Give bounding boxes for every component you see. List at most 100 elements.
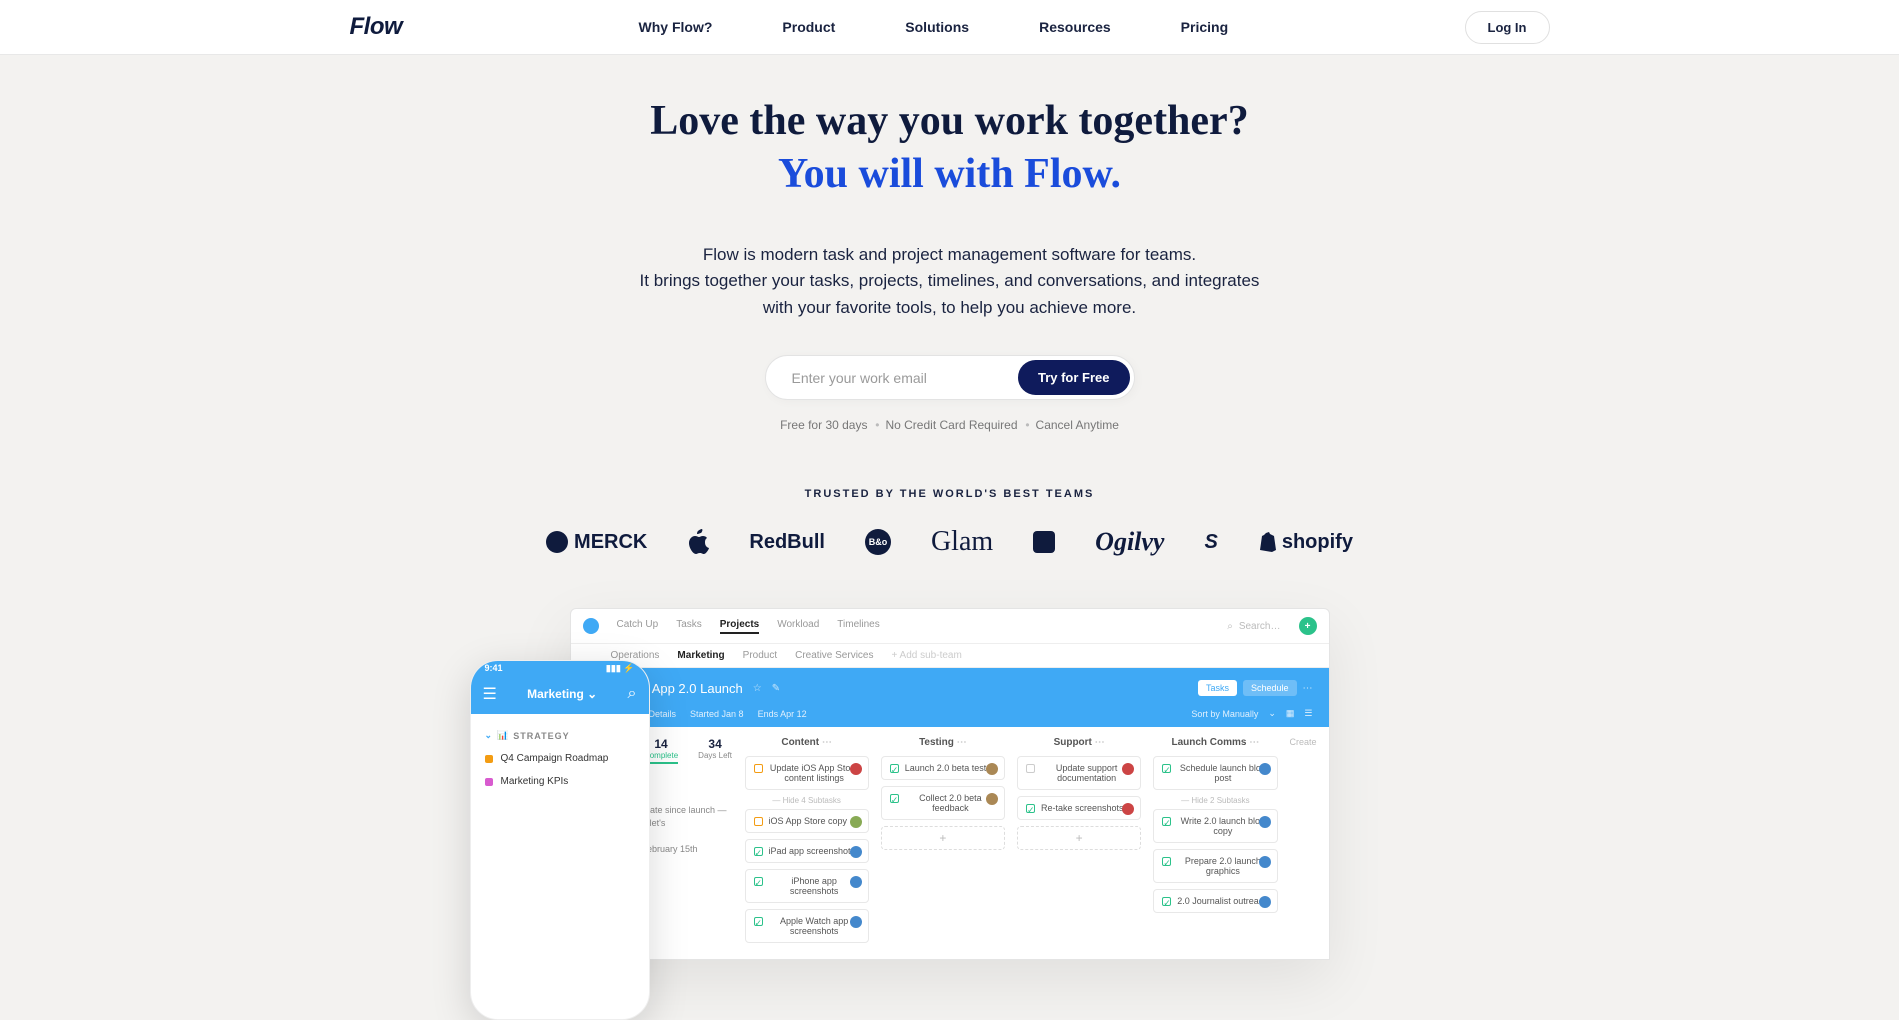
logo[interactable]: Flow	[350, 13, 403, 41]
brand-shopify: shopify	[1258, 531, 1353, 554]
chevron-down-icon: ⌄	[587, 687, 597, 701]
hero-desc-1: Flow is modern task and project manageme…	[640, 242, 1260, 268]
star-icon: ☆	[753, 683, 762, 694]
app-search: ⌕ Search…	[1227, 621, 1280, 632]
phone-title: Marketing	[527, 687, 584, 701]
nav-solutions[interactable]: Solutions	[905, 19, 969, 35]
project-meta: ‹ Hide Details Started Jan 8 Ends Apr 12…	[571, 708, 1329, 727]
search-placeholder: Search…	[1239, 621, 1281, 632]
try-free-button[interactable]: Try for Free	[1018, 360, 1130, 395]
view-schedule: Schedule	[1243, 680, 1297, 696]
phone-section: ⌄ 📊 STRATEGY	[485, 730, 635, 741]
brand-logos: MERCK RedBull B&o Glam Ogilvy S shopify	[20, 526, 1879, 558]
email-input[interactable]	[792, 370, 1018, 386]
task-card: ✓Re-take screenshots	[1017, 796, 1141, 820]
column-launch: Launch Comms ⋯ ✓Schedule launch blog pos…	[1153, 737, 1277, 919]
app-subtabs: Operations Marketing Product Creative Se…	[571, 644, 1329, 668]
column-testing: Testing ⋯ ✓Launch 2.0 beta test ✓Collect…	[881, 737, 1005, 850]
app-logo-icon	[583, 618, 599, 634]
phone-item: Q4 Campaign Roadmap	[485, 747, 635, 770]
hero-description: Flow is modern task and project manageme…	[640, 242, 1260, 321]
brand-subway: S	[1204, 531, 1217, 554]
tab-projects: Projects	[720, 619, 759, 634]
subtab-marketing: Marketing	[677, 650, 724, 661]
nav-pricing[interactable]: Pricing	[1181, 19, 1228, 35]
task-card: ✓Collect 2.0 beta feedback	[881, 786, 1005, 820]
task-card: Update iOS App Store content listings	[745, 756, 869, 790]
tab-timelines: Timelines	[837, 619, 879, 634]
project-banner: ← Mobile App 2.0 Launch ☆ ✎ Tasks Schedu…	[571, 668, 1329, 708]
task-card: Update support documentation	[1017, 756, 1141, 790]
task-card: ✓Prepare 2.0 launch graphics	[1153, 849, 1277, 883]
col-title-content: Content ⋯	[745, 737, 869, 748]
sort-label: Sort by Manually	[1191, 709, 1258, 719]
add-card: +	[1017, 826, 1141, 850]
create-column: Create	[1290, 737, 1317, 747]
trusted-section: TRUSTED BY THE WORLD'S BEST TEAMS MERCK …	[20, 488, 1879, 558]
nav-product[interactable]: Product	[782, 19, 835, 35]
app-screenshot: Catch Up Tasks Projects Workload Timelin…	[570, 608, 1330, 960]
view-list-icon: ☰	[1304, 708, 1312, 719]
task-card: ✓iPad app screenshots	[745, 839, 869, 863]
sub-free-30: Free for 30 days	[780, 418, 867, 432]
phone-time: 9:41	[485, 663, 503, 674]
phone-body: ⌄ 📊 STRATEGY Q4 Campaign Roadmap Marketi…	[471, 714, 649, 803]
trusted-title: TRUSTED BY THE WORLD'S BEST TEAMS	[20, 488, 1879, 500]
kanban-body: 7In Progress 14Complete 34Days Left 2 ta…	[571, 727, 1329, 959]
add-card: +	[881, 826, 1005, 850]
subtask-header: — Hide 4 Subtasks	[745, 796, 869, 805]
brand-redbull: RedBull	[749, 531, 825, 554]
hero-desc-2: It brings together your tasks, projects,…	[640, 268, 1260, 321]
phone-mockup: 9:41 ▮▮▮ ⚡ ☰ Marketing ⌄ ⌕ ⌄ 📊 STRATEGY …	[470, 660, 650, 1020]
subtab-add: + Add sub-team	[891, 650, 961, 661]
phone-item: Marketing KPIs	[485, 770, 635, 793]
hero-line1: Love the way you work together?	[650, 98, 1248, 144]
chevron-down-icon: ⌄	[485, 730, 494, 741]
task-card: ✓Schedule launch blog post	[1153, 756, 1277, 790]
login-button[interactable]: Log In	[1465, 11, 1550, 44]
brand-apple	[687, 529, 709, 555]
task-card: ✓iPhone app screenshots	[745, 869, 869, 903]
brand-merck: MERCK	[546, 531, 647, 554]
hero-line2: You will with Flow.	[778, 151, 1121, 197]
hero-headline: Love the way you work together? You will…	[20, 95, 1879, 200]
signal-icon: ▮▮▮ ⚡	[606, 663, 635, 674]
subtab-product: Product	[743, 650, 777, 661]
brand-carhartt	[1033, 531, 1055, 553]
meta-started: Started Jan 8	[690, 709, 744, 719]
view-grid-icon: ▦	[1286, 708, 1295, 719]
site-header: Flow Why Flow? Product Solutions Resourc…	[0, 0, 1899, 55]
subtask-header: — Hide 2 Subtasks	[1153, 796, 1277, 805]
task-card: iOS App Store copy	[745, 809, 869, 833]
nav-why-flow[interactable]: Why Flow?	[639, 19, 713, 35]
subtab-creative: Creative Services	[795, 650, 873, 661]
hero: Love the way you work together? You will…	[0, 55, 1899, 960]
col-title-launch: Launch Comms ⋯	[1153, 737, 1277, 748]
meta-ends: Ends Apr 12	[758, 709, 807, 719]
search-icon: ⌕	[1227, 621, 1233, 632]
task-card: ✓Write 2.0 launch blog copy	[1153, 809, 1277, 843]
signup-subline: Free for 30 days No Credit Card Required…	[20, 418, 1879, 432]
brand-ogilvy: Ogilvy	[1095, 527, 1164, 557]
app-tabs: Catch Up Tasks Projects Workload Timelin…	[617, 619, 880, 634]
add-button: +	[1299, 617, 1317, 635]
edit-icon: ✎	[772, 683, 780, 694]
nav-resources[interactable]: Resources	[1039, 19, 1111, 35]
task-card: ✓Launch 2.0 beta test	[881, 756, 1005, 780]
email-signup-row: Try for Free	[765, 355, 1135, 400]
brand-bo: B&o	[865, 529, 891, 555]
col-title-testing: Testing ⋯	[881, 737, 1005, 748]
column-support: Support ⋯ Update support documentation ✓…	[1017, 737, 1141, 850]
stat-daysleft: 34Days Left	[698, 737, 732, 764]
tab-workload: Workload	[777, 619, 819, 634]
more-icon: ⋯	[1303, 683, 1313, 694]
sub-no-cc: No Credit Card Required	[885, 418, 1017, 432]
task-card: ✓2.0 Journalist outreach	[1153, 889, 1277, 913]
task-card: ✓Apple Watch app screenshots	[745, 909, 869, 943]
brand-glam: Glam	[931, 526, 993, 558]
tab-tasks: Tasks	[676, 619, 702, 634]
main-nav: Why Flow? Product Solutions Resources Pr…	[639, 19, 1229, 35]
chevron-down-icon: ⌄	[1268, 708, 1276, 719]
tab-catchup: Catch Up	[617, 619, 659, 634]
phone-header: ☰ Marketing ⌄ ⌕	[471, 676, 649, 714]
